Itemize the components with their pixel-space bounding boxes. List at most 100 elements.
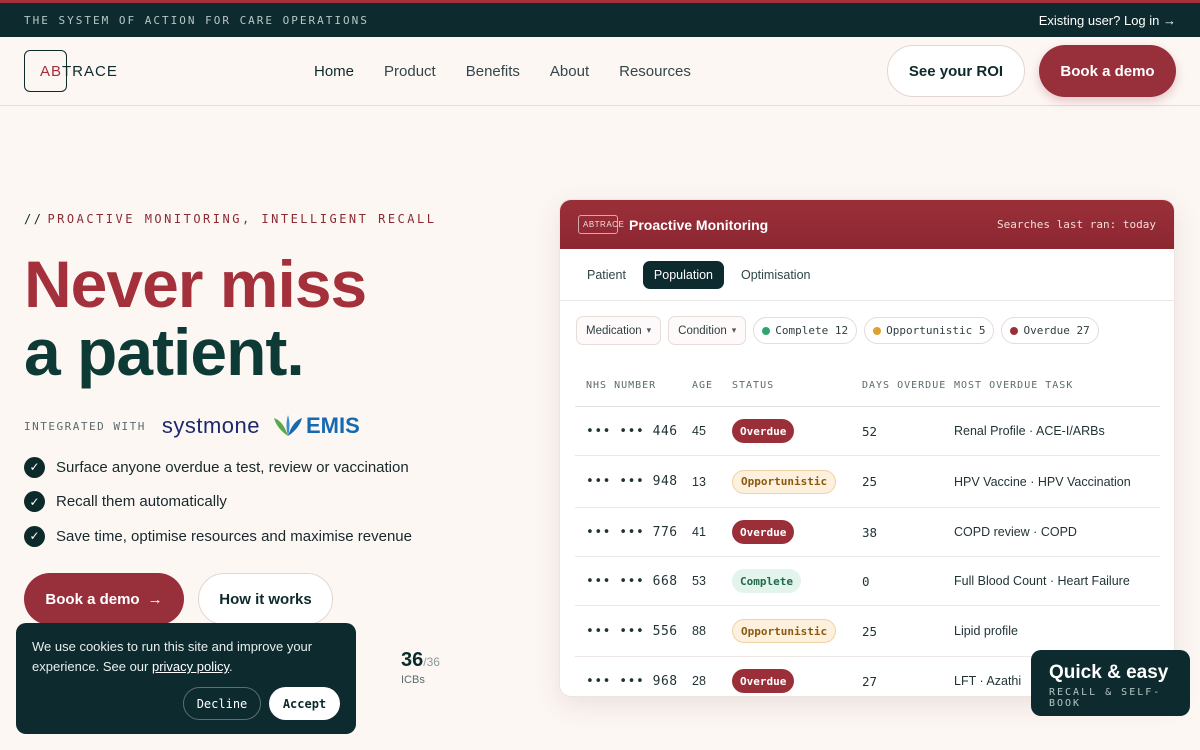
headline-line-1: Never miss bbox=[24, 247, 367, 321]
monitoring-panel: ABTRACE Proactive Monitoring Searches la… bbox=[559, 199, 1175, 697]
days-overdue-cell: 25 bbox=[862, 474, 878, 489]
logo[interactable]: ABTRACE bbox=[24, 50, 118, 92]
main-nav: ABTRACE Home Product Benefits About Reso… bbox=[0, 37, 1200, 106]
table-row[interactable]: ••• ••• 446 45 Overdue 52 Renal Profile · AC… bbox=[575, 407, 1160, 456]
tab-optimisation[interactable]: Optimisation bbox=[730, 261, 821, 289]
status-dot-icon bbox=[762, 326, 771, 335]
age-cell: 41 bbox=[692, 525, 706, 539]
panel-header: ABTRACE Proactive Monitoring Searches la… bbox=[560, 200, 1174, 249]
nav-about[interactable]: About bbox=[550, 63, 589, 80]
age-cell: 28 bbox=[692, 674, 706, 688]
status-cell: Complete bbox=[732, 569, 862, 593]
opportunistic-count-pill[interactable]: Opportunistic 5 bbox=[864, 317, 995, 344]
check-icon: ✓ bbox=[24, 525, 45, 547]
status-badge: Overdue bbox=[732, 669, 795, 693]
how-it-works-button[interactable]: How it works bbox=[198, 573, 333, 625]
status-cell: Opportunistic bbox=[732, 469, 862, 494]
chevron-down-icon: ▾ bbox=[731, 325, 737, 335]
icb-stat: 36/36 ICBs bbox=[401, 649, 440, 686]
chevron-down-icon: ▾ bbox=[646, 325, 652, 335]
col-task: MOST OVERDUE TASK bbox=[954, 380, 1074, 391]
panel-logo: ABTRACE bbox=[578, 215, 624, 234]
nav-links: Home Product Benefits About Resources bbox=[314, 37, 691, 106]
quick-subtitle: RECALL & SELF-BOOK bbox=[1049, 687, 1162, 709]
task-cell: Full Blood Count · Heart Failure bbox=[954, 574, 1130, 588]
decline-cookies-button[interactable]: Decline bbox=[183, 687, 261, 720]
last-ran-text: Searches last ran: today bbox=[997, 218, 1156, 231]
medication-filter[interactable]: Medication ▾ bbox=[576, 316, 662, 345]
privacy-policy-link[interactable]: privacy policy bbox=[152, 659, 229, 674]
col-days-overdue: DAYS OVERDUE bbox=[862, 379, 947, 391]
filter-bar: Medication ▾ Condition ▾ Complete 12 Oppor… bbox=[576, 316, 1099, 345]
panel-tabs: Patient Population Optimisation bbox=[560, 249, 1174, 301]
tab-patient[interactable]: Patient bbox=[576, 261, 637, 289]
tab-population[interactable]: Population bbox=[642, 260, 724, 289]
nhs-number: ••• ••• 776 bbox=[586, 524, 678, 540]
table-row[interactable]: ••• ••• 668 53 Complete 0 Full Blood Count ·… bbox=[575, 557, 1160, 606]
benefit-item: ✓ Surface anyone overdue a test, review o… bbox=[24, 450, 412, 485]
status-cell: Overdue bbox=[732, 419, 862, 443]
status-dot-icon bbox=[1010, 326, 1019, 335]
patient-table: NHS NUMBER AGE STATUS DAYS OVERDUE MOST … bbox=[575, 365, 1160, 696]
systmone-logo: systmone bbox=[161, 413, 260, 438]
benefit-item: ✓ Save time, optimise resources and maxim… bbox=[24, 519, 412, 554]
announcement-bar: THE SYSTEM OF ACTION FOR CARE OPERATIONS… bbox=[0, 0, 1200, 37]
login-link[interactable]: Existing user? Log in → bbox=[1039, 13, 1176, 28]
panel-title: Proactive Monitoring bbox=[629, 216, 769, 233]
nhs-number: ••• ••• 948 bbox=[586, 474, 678, 489]
nhs-number: ••• ••• 446 bbox=[586, 423, 678, 439]
integrated-label: INTEGRATED WITH bbox=[24, 419, 146, 433]
check-icon: ✓ bbox=[24, 456, 45, 478]
overdue-count-pill[interactable]: Overdue 27 bbox=[1001, 317, 1099, 344]
nhs-number: ••• ••• 668 bbox=[586, 573, 678, 589]
condition-filter[interactable]: Condition ▾ bbox=[668, 316, 747, 345]
see-roi-button[interactable]: See your ROI bbox=[887, 45, 1025, 97]
col-nhs: NHS NUMBER bbox=[586, 380, 657, 391]
complete-count-pill[interactable]: Complete 12 bbox=[753, 317, 858, 344]
benefit-item: ✓ Recall them automatically bbox=[24, 485, 412, 520]
book-demo-nav-button[interactable]: Book a demo bbox=[1039, 45, 1176, 97]
headline-line-2: a patient. bbox=[24, 315, 305, 389]
arrow-right-icon: → bbox=[147, 590, 163, 608]
status-badge: Overdue bbox=[732, 419, 795, 443]
table-row[interactable]: ••• ••• 948 13 Opportunistic 25 HPV Vaccine … bbox=[575, 456, 1160, 508]
hero-eyebrow: //PROACTIVE MONITORING, INTELLIGENT RECA… bbox=[24, 212, 437, 226]
status-badge: Overdue bbox=[732, 520, 795, 544]
table-header: NHS NUMBER AGE STATUS DAYS OVERDUE MOST … bbox=[575, 365, 1160, 407]
col-age: AGE bbox=[692, 380, 714, 391]
table-row[interactable]: ••• ••• 776 41 Overdue 38 COPD review · COPD bbox=[575, 508, 1160, 557]
nav-product[interactable]: Product bbox=[384, 63, 436, 80]
benefit-list: ✓ Surface anyone overdue a test, review o… bbox=[24, 450, 412, 554]
nav-home[interactable]: Home bbox=[314, 63, 354, 80]
days-overdue-cell: 0 bbox=[862, 573, 870, 589]
status-dot-icon bbox=[873, 326, 882, 335]
quick-easy-card[interactable]: Quick & easy RECALL & SELF-BOOK bbox=[1031, 650, 1190, 716]
emis-logo: EMIS bbox=[272, 413, 360, 439]
status-cell: Opportunistic bbox=[732, 619, 862, 643]
age-cell: 13 bbox=[692, 474, 706, 489]
emis-leaf-icon bbox=[274, 415, 302, 436]
task-cell: Renal Profile · ACE-I/ARBs bbox=[954, 424, 1105, 438]
check-icon: ✓ bbox=[24, 491, 45, 513]
age-cell: 88 bbox=[692, 624, 706, 638]
nhs-number: ••• ••• 556 bbox=[586, 623, 678, 639]
status-badge: Opportunistic bbox=[732, 619, 837, 643]
nav-resources[interactable]: Resources bbox=[619, 63, 691, 80]
status-cell: Overdue bbox=[732, 520, 862, 544]
accept-cookies-button[interactable]: Accept bbox=[269, 687, 340, 720]
task-cell: COPD review · COPD bbox=[954, 525, 1077, 539]
col-status: STATUS bbox=[732, 380, 775, 391]
days-overdue-cell: 25 bbox=[862, 623, 878, 639]
days-overdue-cell: 52 bbox=[862, 423, 878, 439]
days-overdue-cell: 38 bbox=[862, 524, 878, 540]
quick-title: Quick & easy bbox=[1049, 662, 1169, 683]
days-overdue-cell: 27 bbox=[862, 673, 878, 689]
task-cell: Lipid profile bbox=[954, 624, 1018, 638]
integrations: INTEGRATED WITH systmone EMIS bbox=[24, 410, 360, 442]
nhs-number: ••• ••• 968 bbox=[586, 673, 678, 689]
nav-benefits[interactable]: Benefits bbox=[466, 63, 520, 80]
tagline: THE SYSTEM OF ACTION FOR CARE OPERATIONS bbox=[24, 13, 369, 27]
status-badge: Opportunistic bbox=[732, 469, 837, 494]
book-demo-hero-button[interactable]: Book a demo → bbox=[24, 573, 184, 625]
age-cell: 53 bbox=[692, 574, 706, 588]
